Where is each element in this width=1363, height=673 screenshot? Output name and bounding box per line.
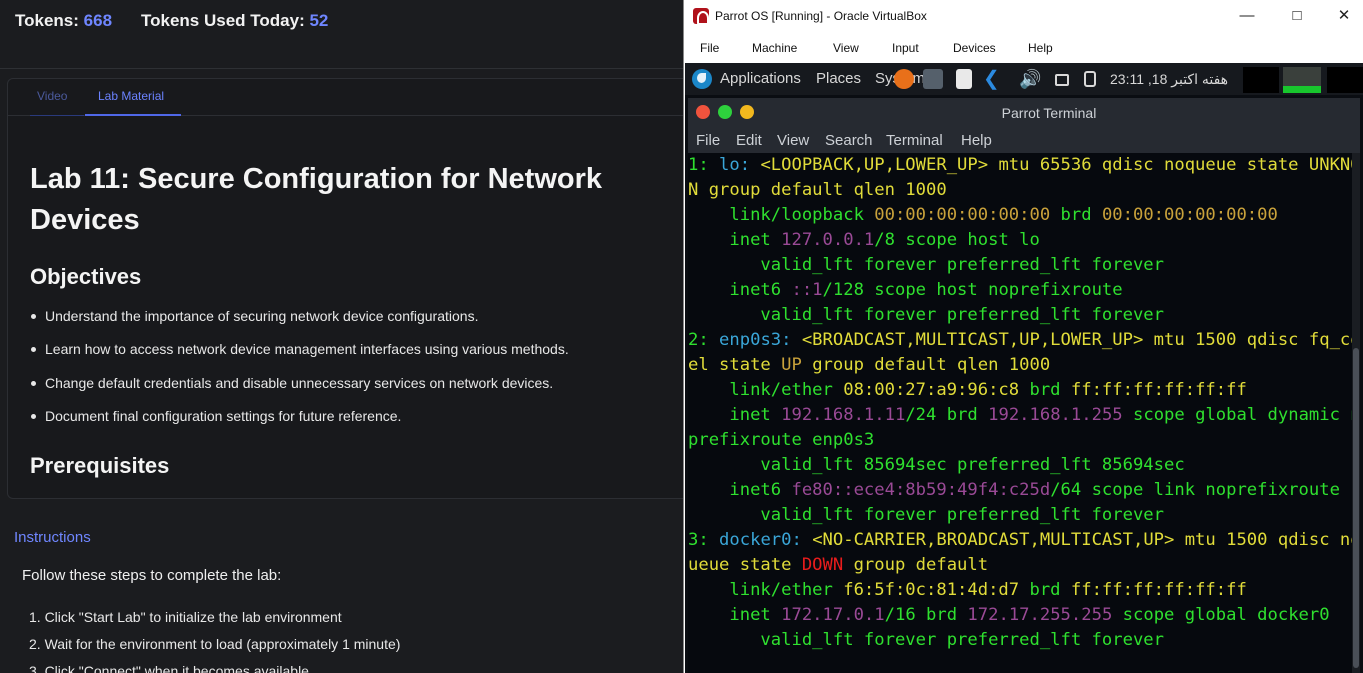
battery-icon[interactable] — [1084, 71, 1096, 87]
terminal-line: el state UP group default qlen 1000 — [688, 355, 1051, 375]
list-item: Learn how to access network device manag… — [30, 341, 670, 374]
tab-bar: Video Lab Material — [8, 79, 683, 116]
tab-lab-material[interactable]: Lab Material — [85, 89, 181, 116]
menu-help[interactable]: Help — [1028, 41, 1053, 55]
clock[interactable]: هفته اکتبر 18, 23:11 — [1110, 71, 1228, 88]
tokens-value: 668 — [83, 11, 113, 30]
menu-file[interactable]: File — [700, 41, 719, 55]
lab-material-card: Video Lab Material Lab 11: Secure Config… — [7, 78, 683, 499]
instructions-intro: Follow these steps to complete the lab: — [22, 567, 282, 584]
list-item: Understand the importance of securing ne… — [30, 308, 670, 341]
terminal-window[interactable]: Parrot Terminal File Edit View Search Te… — [688, 98, 1360, 673]
tokens-used-label: Tokens Used Today: — [141, 11, 305, 30]
guest-top-panel: Applications Places System ❮ 🔊 هفته اکتب… — [685, 63, 1363, 95]
menu-machine[interactable]: Machine — [752, 41, 797, 55]
terminal-line: inet6 ::1/128 scope host noprefixroute — [688, 280, 1123, 300]
text-editor-icon[interactable] — [956, 69, 972, 89]
parrot-logo-icon[interactable] — [692, 69, 712, 89]
workspace-1[interactable] — [1243, 67, 1279, 93]
places-menu[interactable]: Places — [816, 70, 861, 87]
display-icon[interactable] — [1055, 74, 1069, 86]
list-item: 1. Click "Start Lab" to initialize the l… — [29, 609, 342, 625]
list-item: Change default credentials and disable u… — [30, 375, 670, 408]
terminal-line: link/ether 08:00:27:a9:96:c8 brd ff:ff:f… — [688, 380, 1247, 400]
terminal-line: ueue state DOWN group default — [688, 555, 989, 575]
lab-pane: Tokens: 668 Tokens Used Today: 52 Video … — [0, 0, 683, 673]
virtualbox-titlebar[interactable]: Parrot OS [Running] - Oracle VirtualBox … — [684, 0, 1363, 33]
tokens-bar: Tokens: 668 Tokens Used Today: 52 — [0, 0, 683, 69]
menu-view[interactable]: View — [833, 41, 859, 55]
terminal-line: link/ether f6:5f:0c:81:4d:d7 brd ff:ff:f… — [688, 580, 1247, 600]
instructions-link[interactable]: Instructions — [14, 529, 91, 546]
menu-devices[interactable]: Devices — [953, 41, 996, 55]
terminal-line: valid_lft forever preferred_lft forever — [688, 255, 1164, 275]
window-title: Parrot OS [Running] - Oracle VirtualBox — [715, 9, 927, 23]
terminal-menu-view[interactable]: View — [777, 132, 809, 149]
vscode-icon[interactable]: ❮ — [983, 69, 1003, 89]
terminal-menu-search[interactable]: Search — [825, 132, 873, 149]
terminal-line: valid_lft forever preferred_lft forever — [688, 505, 1164, 525]
applications-menu[interactable]: Applications — [720, 70, 801, 87]
firefox-icon[interactable] — [894, 69, 914, 89]
terminal-line: inet 192.168.1.11/24 brd 192.168.1.255 s… — [688, 405, 1352, 425]
terminal-line: inet 127.0.0.1/8 scope host lo — [688, 230, 1040, 250]
terminal-launcher-icon[interactable] — [923, 69, 943, 89]
list-item: Document final configuration settings fo… — [30, 408, 670, 441]
terminal-titlebar[interactable]: Parrot Terminal — [688, 98, 1360, 128]
close-button[interactable]: ✕ — [1329, 4, 1359, 28]
prerequisites-heading: Prerequisites — [30, 453, 170, 478]
terminal-line: N group default qlen 1000 — [688, 180, 947, 200]
terminal-menu-help[interactable]: Help — [961, 132, 992, 149]
maximize-button[interactable]: □ — [1282, 4, 1312, 28]
virtualbox-menubar: File Machine View Input Devices Help — [684, 33, 1363, 63]
terminal-line: valid_lft forever preferred_lft forever — [688, 630, 1164, 650]
guest-screen[interactable]: Applications Places System ❮ 🔊 هفته اکتب… — [685, 63, 1363, 673]
terminal-output[interactable]: 1: lo: <LOOPBACK,UP,LOWER_UP> mtu 65536 … — [688, 153, 1352, 673]
terminal-menu-file[interactable]: File — [696, 132, 720, 149]
terminal-line: 2: enp0s3: <BROADCAST,MULTICAST,UP,LOWER… — [688, 330, 1352, 350]
tokens-used-today: Tokens Used Today: 52 — [141, 11, 328, 31]
terminal-menubar: File Edit View Search Terminal Help — [688, 128, 1360, 153]
terminal-scrollbar[interactable] — [1352, 153, 1360, 673]
workspace-3[interactable] — [1327, 67, 1363, 93]
virtualbox-window: Parrot OS [Running] - Oracle VirtualBox … — [683, 0, 1363, 673]
objectives-list: Understand the importance of securing ne… — [30, 308, 670, 442]
scrollbar-thumb[interactable] — [1353, 348, 1359, 668]
terminal-line: 1: lo: <LOOPBACK,UP,LOWER_UP> mtu 65536 … — [688, 155, 1352, 175]
terminal-line: valid_lft 85694sec preferred_lft 85694se… — [688, 455, 1185, 475]
terminal-line: 3: docker0: <NO-CARRIER,BROADCAST,MULTIC… — [688, 530, 1352, 550]
terminal-line: valid_lft forever preferred_lft forever — [688, 305, 1164, 325]
tokens-label: Tokens: — [15, 11, 79, 30]
list-item: 3. Click "Connect" when it becomes avail… — [29, 663, 309, 673]
terminal-menu-terminal[interactable]: Terminal — [886, 132, 943, 149]
volume-icon[interactable]: 🔊 — [1019, 69, 1041, 89]
objectives-heading: Objectives — [30, 264, 142, 289]
list-item: 2. Wait for the environment to load (app… — [29, 636, 401, 652]
terminal-line: inet 172.17.0.1/16 brd 172.17.255.255 sc… — [688, 605, 1330, 625]
instruction-steps: 1. Click "Start Lab" to initialize the l… — [29, 609, 400, 673]
tokens-used-value: 52 — [309, 11, 329, 30]
terminal-line: prefixroute enp0s3 — [688, 430, 875, 450]
terminal-title: Parrot Terminal — [1001, 105, 1097, 121]
page-title: Lab 11: Secure Configuration for Network… — [30, 163, 603, 236]
terminal-line: inet6 fe80::ece4:8b59:49f4:c25d/64 scope… — [688, 480, 1340, 500]
minimize-button[interactable]: — — [1232, 4, 1262, 28]
workspace-2[interactable] — [1283, 67, 1321, 93]
terminal-line: link/loopback 00:00:00:00:00:00 brd 00:0… — [688, 205, 1278, 225]
menu-input[interactable]: Input — [892, 41, 919, 55]
tokens-count: Tokens: 668 — [15, 11, 112, 31]
virtualbox-icon — [693, 8, 709, 25]
terminal-menu-edit[interactable]: Edit — [736, 132, 762, 149]
tab-video[interactable]: Video — [30, 89, 84, 116]
